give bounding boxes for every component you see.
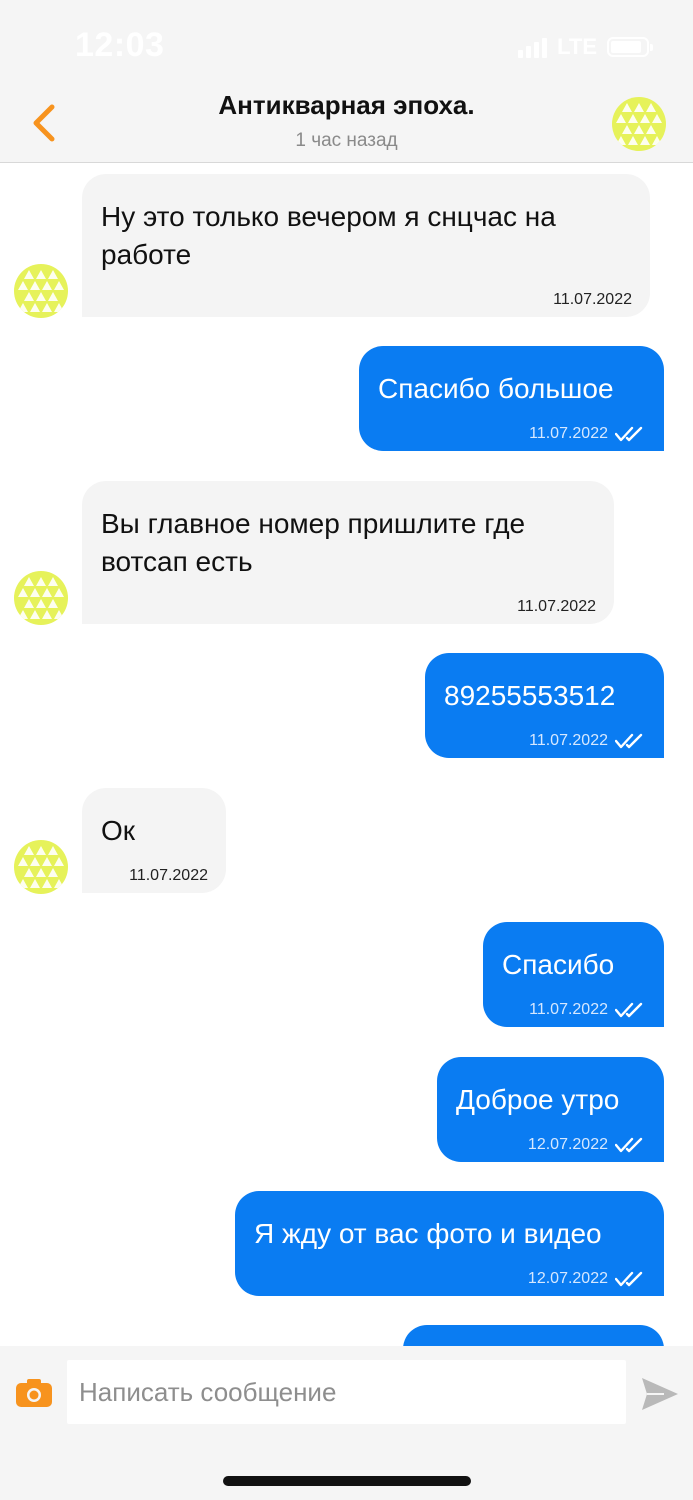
message-date: 12.07.2022 <box>527 1136 608 1153</box>
signal-icon <box>518 36 548 58</box>
pattern-avatar-icon <box>18 846 64 888</box>
chat-screen: 12:03 LTE Антикварная эпоха. 1 час назад… <box>0 0 693 1500</box>
message-bubble-outgoing[interactable]: Спасибо 11.07.2022 <box>483 922 664 1027</box>
message-bubble-outgoing-partial[interactable] <box>403 1325 664 1346</box>
message-date: 11.07.2022 <box>529 425 608 442</box>
message-list[interactable]: Ну это только вечером я снцчас на работе… <box>0 164 693 1346</box>
message-text: Доброе утро <box>456 1084 620 1115</box>
message-text: Вы главное номер пришлите где вотсап ест… <box>101 508 526 577</box>
message-bubble-incoming[interactable]: Ок 11.07.2022 <box>82 788 226 893</box>
message-meta: 11.07.2022 <box>517 598 596 616</box>
message-date: 11.07.2022 <box>129 867 208 884</box>
camera-icon <box>16 1379 52 1407</box>
send-icon <box>642 1378 678 1410</box>
message-date: 11.07.2022 <box>517 598 596 615</box>
pattern-avatar-icon <box>18 577 64 619</box>
message-text: Спасибо большое <box>378 373 614 404</box>
pattern-avatar-icon <box>18 270 64 312</box>
camera-button[interactable] <box>15 1378 53 1408</box>
message-bubble-outgoing[interactable]: Доброе утро 12.07.2022 <box>437 1057 664 1162</box>
message-text: 89255553512 <box>444 680 616 711</box>
double-check-icon <box>615 1002 643 1018</box>
message-bubble-incoming[interactable]: Вы главное номер пришлите где вотсап ест… <box>82 481 614 624</box>
message-bubble-outgoing[interactable]: 89255553512 11.07.2022 <box>425 653 664 758</box>
message-date: 11.07.2022 <box>529 1001 608 1018</box>
double-check-icon <box>615 733 643 749</box>
double-check-icon <box>615 426 643 442</box>
message-text: Я жду от вас фото и видео <box>254 1218 602 1249</box>
message-date: 11.07.2022 <box>529 732 608 749</box>
message-meta: 11.07.2022 <box>129 867 208 885</box>
message-meta: 11.07.2022 <box>529 425 646 443</box>
home-indicator <box>223 1476 471 1486</box>
double-check-icon <box>615 1137 643 1153</box>
chat-header: 12:03 LTE Антикварная эпоха. 1 час назад <box>0 0 693 163</box>
last-seen-status: 1 час назад <box>295 130 398 151</box>
battery-icon <box>607 37 653 57</box>
message-date: 12.07.2022 <box>527 1270 608 1287</box>
sender-avatar <box>14 840 68 894</box>
contact-avatar[interactable] <box>612 97 666 151</box>
sender-avatar <box>14 571 68 625</box>
double-check-icon <box>615 1271 643 1287</box>
message-text: Ок <box>101 815 136 846</box>
message-bubble-outgoing[interactable]: Спасибо большое 11.07.2022 <box>359 346 664 451</box>
message-text: Ну это только вечером я снцчас на работе <box>101 201 556 270</box>
message-meta: 11.07.2022 <box>529 732 646 750</box>
message-meta: 11.07.2022 <box>529 1001 646 1019</box>
status-time: 12:03 <box>75 26 165 64</box>
message-meta: 11.07.2022 <box>553 291 632 309</box>
send-button[interactable] <box>640 1376 680 1412</box>
message-input[interactable] <box>67 1360 626 1424</box>
status-indicators: LTE <box>518 32 653 62</box>
message-bubble-incoming[interactable]: Ну это только вечером я снцчас на работе… <box>82 174 650 317</box>
message-meta: 12.07.2022 <box>528 1136 646 1154</box>
message-date: 11.07.2022 <box>553 291 632 308</box>
message-meta: 12.07.2022 <box>528 1270 646 1288</box>
pattern-avatar-icon <box>616 103 662 145</box>
message-bubble-outgoing[interactable]: Я жду от вас фото и видео 12.07.2022 <box>235 1191 664 1296</box>
sender-avatar <box>14 264 68 318</box>
network-label: LTE <box>557 34 597 59</box>
message-text: Спасибо <box>502 949 615 980</box>
chat-title: Антикварная эпоха. <box>218 90 475 120</box>
